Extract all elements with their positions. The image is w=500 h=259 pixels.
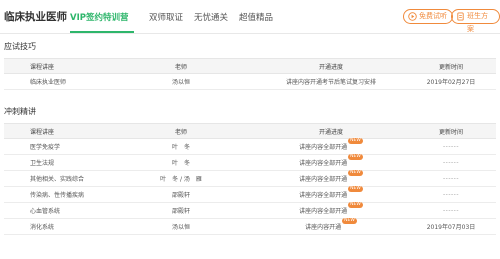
teacher-name: 汤以恒 xyxy=(106,73,256,90)
progress-text: 讲座内容开通 xyxy=(305,224,342,231)
update-time: ------ xyxy=(406,170,496,187)
course-name[interactable]: 卫生法规 xyxy=(4,154,106,171)
course-name[interactable]: 医学免疫学 xyxy=(4,138,106,155)
course-name[interactable]: 心血管系统 xyxy=(4,202,106,219)
tab-premium[interactable]: 超值精品 xyxy=(239,11,273,23)
progress-cell: 讲座内容全部开通NEW xyxy=(256,154,406,171)
sprint-table: 课程讲座 老师 开通进度 更新时间 医学免疫学 叶 冬 讲座内容全部开通NEW … xyxy=(4,123,496,235)
table-row[interactable]: 传染病、性传播疾病 邵殿轩 讲座内容全部开通NEW ------ xyxy=(4,186,496,203)
update-time: ------ xyxy=(406,202,496,219)
col-header-teacher: 老师 xyxy=(106,123,256,139)
new-badge: NEW xyxy=(348,186,363,192)
play-icon xyxy=(408,12,417,21)
progress-cell: 讲座内容全部开通NEW xyxy=(256,202,406,219)
col-header-course: 课程讲座 xyxy=(4,58,106,74)
new-badge: NEW xyxy=(348,154,363,160)
course-name[interactable]: 传染病、性传播疾病 xyxy=(4,186,106,203)
table-row[interactable]: 临床执业医师 汤以恒 讲座内容开通考节后笔试复习安排 2019年02月27日 xyxy=(4,73,496,90)
col-header-progress: 开通进度 xyxy=(256,58,406,74)
update-time: ------ xyxy=(406,154,496,171)
new-badge: NEW xyxy=(342,218,357,224)
col-header-course: 课程讲座 xyxy=(4,123,106,139)
table-row[interactable]: 消化系统 汤以恒 讲座内容开通NEW 2019年07月03日 xyxy=(4,218,496,235)
section-title-sprint: 冲刺精讲 xyxy=(4,107,36,116)
section-title-exam-skills: 应试技巧 xyxy=(4,42,36,51)
update-time: 2019年02月27日 xyxy=(406,73,496,90)
col-header-teacher: 老师 xyxy=(106,58,256,74)
free-trial-label: 免费试听 xyxy=(419,12,447,20)
table-row[interactable]: 医学免疫学 叶 冬 讲座内容全部开通NEW ------ xyxy=(4,138,496,155)
progress-text: 讲座内容全部开通 xyxy=(299,192,348,199)
progress-text: 讲座内容全部开通 xyxy=(299,160,348,167)
tab-dual-teacher[interactable]: 双师取证 xyxy=(149,11,183,23)
new-badge: NEW xyxy=(348,138,363,144)
free-trial-button[interactable]: 免费试听 xyxy=(403,9,453,24)
table-row[interactable]: 卫生法规 叶 冬 讲座内容全部开通NEW ------ xyxy=(4,154,496,171)
teacher-name: 邵殿轩 xyxy=(106,202,256,219)
exam-skills-table: 课程讲座 老师 开通进度 更新时间 临床执业医师 汤以恒 讲座内容开通考节后笔试… xyxy=(4,58,496,90)
progress-text: 讲座内容全部开通 xyxy=(299,208,348,215)
table-header-row: 课程讲座 老师 开通进度 更新时间 xyxy=(4,58,496,74)
plan-label: 班生方案 xyxy=(467,12,488,33)
progress-text: 讲座内容全部开通 xyxy=(299,144,348,151)
course-name[interactable]: 其他相关、实践综合 xyxy=(4,170,106,187)
course-name[interactable]: 临床执业医师 xyxy=(4,73,106,90)
teacher-name: 汤以恒 xyxy=(106,218,256,235)
course-name[interactable]: 消化系统 xyxy=(4,218,106,235)
progress-cell: 讲座内容全部开通NEW xyxy=(256,138,406,155)
active-tab-indicator xyxy=(70,31,134,33)
progress-cell: 讲座内容全部开通NEW xyxy=(256,186,406,203)
teacher-name: 叶 冬 / 汤 雁 xyxy=(106,170,256,187)
update-time: ------ xyxy=(406,138,496,155)
update-time: 2019年07月03日 xyxy=(406,218,496,235)
col-header-updated: 更新时间 xyxy=(406,123,496,139)
plan-button[interactable]: 班生方案 xyxy=(451,9,500,33)
teacher-name: 邵殿轩 xyxy=(106,186,256,203)
new-badge: NEW xyxy=(348,170,363,176)
table-row[interactable]: 其他相关、实践综合 叶 冬 / 汤 雁 讲座内容全部开通NEW ------ xyxy=(4,170,496,187)
col-header-progress: 开通进度 xyxy=(256,123,406,139)
new-badge: NEW xyxy=(348,202,363,208)
progress-cell: 讲座内容全部开通NEW xyxy=(256,170,406,187)
tab-worry-free[interactable]: 无忧通关 xyxy=(194,11,228,23)
document-icon xyxy=(457,12,464,21)
col-header-updated: 更新时间 xyxy=(406,58,496,74)
teacher-name: 叶 冬 xyxy=(106,154,256,171)
table-row[interactable]: 心血管系统 邵殿轩 讲座内容全部开通NEW ------ xyxy=(4,202,496,219)
update-time: ------ xyxy=(406,186,496,203)
table-header-row: 课程讲座 老师 开通进度 更新时间 xyxy=(4,123,496,139)
progress-text: 讲座内容全部开通 xyxy=(299,176,348,183)
tab-vip-camp[interactable]: VIP签约特训营 xyxy=(70,11,128,23)
brand-title: 临床执业医师 xyxy=(4,11,67,23)
progress-text: 讲座内容开通考节后笔试复习安排 xyxy=(256,73,406,90)
top-nav-bar: 临床执业医师 VIP签约特训营 双师取证 无忧通关 超值精品 免费试听 班生方案 xyxy=(0,0,500,34)
progress-cell: 讲座内容开通NEW xyxy=(256,218,406,235)
teacher-name: 叶 冬 xyxy=(106,138,256,155)
